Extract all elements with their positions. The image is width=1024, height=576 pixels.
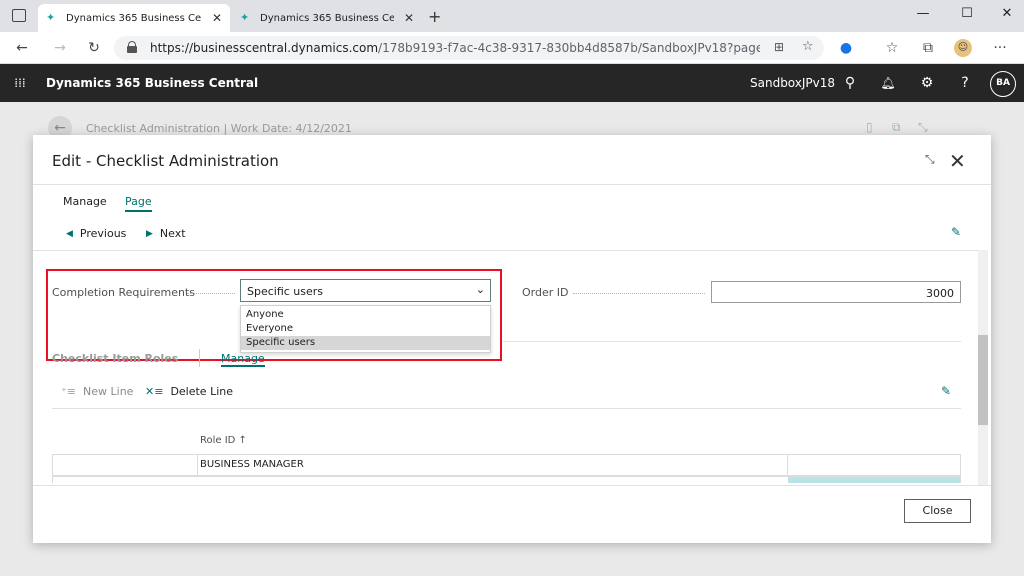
order-id-field[interactable]: 3000 <box>711 281 961 303</box>
more-icon[interactable]: ··· <box>990 38 1010 58</box>
close-button[interactable]: Close <box>904 499 971 523</box>
minimize-icon[interactable]: — <box>908 4 938 24</box>
collapse-dialog-icon[interactable]: ⤡ <box>925 152 935 167</box>
breadcrumb: Checklist Administration | Work Date: 4/… <box>86 122 352 135</box>
lock-icon[interactable] <box>127 41 137 53</box>
pin-icon[interactable]: ✎ <box>941 384 951 398</box>
menu-manage[interactable]: Manage <box>63 195 107 208</box>
triangle-left-icon: ◀ <box>66 228 73 239</box>
avatar[interactable]: BA <box>990 71 1016 97</box>
delete-line-button[interactable]: ✕≡ Delete Line <box>145 385 233 398</box>
app-available-icon[interactable]: ⊞ <box>774 40 784 54</box>
extension-icon[interactable]: ● <box>836 38 856 58</box>
tab-actions-icon[interactable] <box>12 9 26 22</box>
close-tab-icon[interactable]: ✕ <box>404 11 414 25</box>
url-path: /178b9193-f7ac-4c38-9317-830bb4d8587b/Sa… <box>378 41 760 55</box>
delete-line-label: Delete Line <box>170 385 233 398</box>
column-header-role-id[interactable]: Role ID ↑ <box>200 435 247 446</box>
next-button[interactable]: ▶ Next <box>146 227 186 240</box>
dialog-title: Edit - Checklist Administration <box>52 152 279 170</box>
gear-icon[interactable]: ⚙ <box>917 73 937 93</box>
divider <box>33 250 978 251</box>
scrollbar-thumb[interactable] <box>978 335 988 425</box>
new-line-icon: ⁺≡ <box>61 385 77 398</box>
pin-icon[interactable]: ✎ <box>951 225 961 239</box>
previous-label: Previous <box>79 227 127 240</box>
divider <box>199 349 200 367</box>
tab-title: Dynamics 365 Business Central <box>260 12 394 24</box>
subpage-title: Checklist Item Roles <box>52 352 179 365</box>
collapse-icon[interactable]: ⤡ <box>918 120 928 135</box>
subpage-manage[interactable]: Manage <box>221 352 265 367</box>
close-window-icon[interactable]: ✕ <box>992 4 1022 24</box>
profile-avatar[interactable]: ☺ <box>954 39 972 57</box>
browser-tab-2[interactable]: ✦ Dynamics 365 Business Central ✕ <box>232 4 422 32</box>
tab-title: Dynamics 365 Business Central - <box>66 12 202 24</box>
close-tab-icon[interactable]: ✕ <box>212 11 222 25</box>
dynamics-favicon-icon: ✦ <box>240 11 250 24</box>
triangle-right-icon: ▶ <box>146 228 153 239</box>
role-id-cell[interactable]: BUSINESS MANAGER <box>200 459 304 470</box>
highlight-box <box>46 269 502 361</box>
divider <box>52 408 961 409</box>
dynamics-favicon-icon: ✦ <box>46 11 56 24</box>
bookmark-icon[interactable]: ▯ <box>866 120 873 134</box>
search-icon[interactable]: ⚲ <box>840 73 860 93</box>
next-label: Next <box>159 227 186 240</box>
collections-icon[interactable]: ⧉ <box>918 38 938 58</box>
table-row[interactable] <box>52 476 961 483</box>
new-line-label: New Line <box>83 385 134 398</box>
url-field[interactable]: https://businesscentral.dynamics.com/178… <box>114 36 824 60</box>
new-tab-icon[interactable]: + <box>428 7 441 26</box>
open-new-window-icon[interactable]: ⧉ <box>892 120 901 135</box>
divider <box>33 485 991 486</box>
row-indicator-cell[interactable] <box>52 454 198 476</box>
url-host: https://businesscentral.dynamics.com <box>150 41 379 55</box>
app-brand: Dynamics 365 Business Central <box>46 76 259 90</box>
app-header: ⁞⁞⁞ Dynamics 365 Business Central Sandbo… <box>0 64 1024 102</box>
new-line-button[interactable]: ⁺≡ New Line <box>61 385 133 398</box>
address-bar-row: ← → ↻ https://businesscentral.dynamics.c… <box>0 32 1024 64</box>
waffle-menu-icon[interactable]: ⁞⁞⁞ <box>10 73 30 93</box>
maximize-icon[interactable]: ☐ <box>952 4 982 24</box>
delete-line-icon: ✕≡ <box>145 385 164 398</box>
scrollbar[interactable] <box>978 250 988 485</box>
edit-dialog: Edit - Checklist Administration ⤡ ✕ Mana… <box>33 135 991 543</box>
browser-tab-1[interactable]: ✦ Dynamics 365 Business Central - ✕ <box>38 4 230 32</box>
url-text: https://businesscentral.dynamics.com/178… <box>150 41 760 55</box>
order-id-label: Order ID <box>522 286 569 299</box>
label-leader <box>573 293 705 294</box>
order-id-value: 3000 <box>926 287 954 300</box>
table-cell[interactable] <box>787 454 961 476</box>
favorite-star-icon[interactable]: ☆ <box>802 39 814 54</box>
forward-icon[interactable]: → <box>50 38 70 58</box>
menu-page[interactable]: Page <box>125 195 152 212</box>
favorites-icon[interactable]: ☆ <box>882 38 902 58</box>
refresh-icon[interactable]: ↻ <box>84 38 104 58</box>
divider <box>33 184 991 185</box>
previous-button[interactable]: ◀ Previous <box>66 227 126 240</box>
back-icon[interactable]: ← <box>12 38 32 58</box>
close-icon[interactable]: ✕ <box>949 149 966 173</box>
notifications-icon[interactable]: 🔔︎ <box>878 73 898 93</box>
company-name[interactable]: SandboxJPv18 <box>750 76 835 90</box>
browser-tab-bar: ✦ Dynamics 365 Business Central - ✕ ✦ Dy… <box>0 0 1024 32</box>
help-icon[interactable]: ? <box>955 73 975 93</box>
divider <box>503 341 961 342</box>
